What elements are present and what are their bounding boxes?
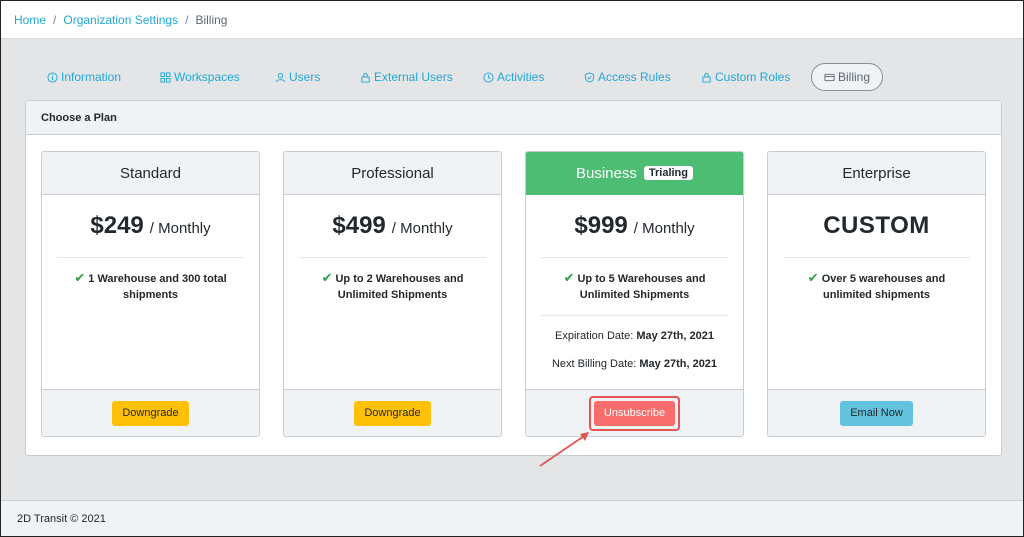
plan-period: / Monthly: [391, 219, 453, 237]
plan-price: $249: [90, 212, 144, 239]
tab-label: Users: [289, 70, 321, 84]
breadcrumb-separator: /: [53, 12, 57, 27]
page-footer: 2D Transit © 2021: [1, 500, 1023, 536]
callout-highlight: Unsubscribe: [588, 395, 681, 431]
breadcrumb: Home / Organization Settings / Billing: [1, 1, 1023, 39]
expiration-date: Expiration Date: May 27th, 2021: [541, 328, 728, 356]
tab-label: Billing: [838, 70, 871, 84]
plan-header: Business Trialing: [526, 152, 743, 195]
plan-price-row: CUSTOM: [783, 195, 970, 258]
shield-icon: [584, 71, 595, 83]
tab-label: Workspaces: [174, 70, 240, 84]
tab-information[interactable]: Information: [47, 63, 121, 91]
subscription-details: Expiration Date: May 27th, 2021 Next Bil…: [541, 315, 728, 384]
footer-copyright: 2D Transit © 2021: [17, 513, 106, 525]
plan-feature-text: Over 5 warehouses and unlimited shipment…: [821, 273, 946, 301]
lock-icon: [361, 72, 370, 83]
checkmark-icon: ✔: [321, 270, 333, 285]
breadcrumb-home[interactable]: Home: [14, 13, 46, 27]
checkmark-icon: ✔: [807, 270, 819, 285]
plan-feature-text: Up to 5 Warehouses and Unlimited Shipmen…: [577, 273, 706, 301]
checkmark-icon: ✔: [563, 270, 575, 285]
plan-price-row: $499 / Monthly: [299, 195, 486, 258]
plan-period: / Monthly: [149, 219, 211, 237]
plan-name: Professional: [284, 152, 501, 195]
plan-card-professional: Professional $499 / Monthly ✔ Up to 2 War…: [283, 151, 502, 437]
plan-footer: Email Now: [768, 389, 985, 436]
plan-price: CUSTOM: [823, 212, 930, 239]
credit-card-icon: [824, 73, 835, 81]
status-badge: Trialing: [643, 166, 693, 180]
checkmark-icon: ✔: [74, 270, 86, 285]
tab-label: Access Rules: [598, 70, 671, 84]
next-billing-value: May 27th, 2021: [639, 358, 718, 370]
plan-card-enterprise: Enterprise CUSTOM ✔ Over 5 warehouses and…: [767, 151, 986, 437]
expiration-value: May 27th, 2021: [636, 330, 714, 342]
tab-label: External Users: [374, 70, 453, 84]
plan-name: Business: [576, 164, 637, 182]
tab-activities[interactable]: Activities: [483, 63, 544, 91]
tab-access-rules[interactable]: Access Rules: [584, 63, 671, 91]
plan-price-row: $249 / Monthly: [57, 195, 244, 258]
plan-feature: ✔ 1 Warehouse and 300 total shipments: [42, 258, 259, 303]
grid-icon: [160, 71, 171, 83]
expiration-label: Expiration Date:: [555, 330, 634, 342]
plan-name: Enterprise: [768, 152, 985, 195]
tab-billing[interactable]: Billing: [811, 63, 884, 91]
lock-icon: [702, 72, 711, 83]
clock-icon: [483, 71, 494, 83]
choose-plan-card: Choose a Plan Standard $249 / Monthly ✔ 1…: [25, 100, 1002, 456]
settings-tabs: Information Workspaces Users External Us…: [31, 63, 911, 91]
tab-external-users[interactable]: External Users: [360, 63, 453, 91]
user-icon: [275, 72, 286, 82]
unsubscribe-button[interactable]: Unsubscribe: [593, 400, 676, 426]
next-billing-label: Next Billing Date:: [551, 358, 637, 370]
plan-feature: ✔ Up to 5 Warehouses and Unlimited Shipme…: [526, 258, 743, 303]
plan-period: / Monthly: [633, 219, 695, 237]
tab-label: Activities: [497, 70, 545, 84]
plan-card-business: Business Trialing $999 / Monthly ✔ Up to …: [525, 151, 744, 437]
plan-price-row: $999 / Monthly: [541, 195, 728, 258]
tab-custom-roles[interactable]: Custom Roles: [701, 63, 790, 91]
info-icon: [47, 71, 58, 83]
plan-footer: Downgrade: [42, 389, 259, 436]
plan-feature: ✔ Up to 2 Warehouses and Unlimited Shipme…: [284, 258, 501, 303]
plan-price: $999: [574, 212, 628, 239]
plan-feature: ✔ Over 5 warehouses and unlimited shipmen…: [768, 258, 985, 303]
plan-price: $499: [332, 212, 386, 239]
plan-name: Standard: [42, 152, 259, 195]
breadcrumb-organization-settings[interactable]: Organization Settings: [63, 13, 178, 27]
tab-label: Information: [61, 70, 122, 84]
breadcrumb-separator: /: [185, 12, 189, 27]
downgrade-button[interactable]: Downgrade: [354, 400, 431, 426]
card-title: Choose a Plan: [26, 101, 1001, 135]
breadcrumb-current: Billing: [195, 12, 228, 27]
tab-users[interactable]: Users: [275, 63, 320, 91]
plan-card-standard: Standard $249 / Monthly ✔ 1 Warehouse and…: [41, 151, 260, 437]
plan-footer: Downgrade: [284, 389, 501, 436]
tab-label: Custom Roles: [715, 70, 791, 84]
plan-feature-text: 1 Warehouse and 300 total shipments: [88, 273, 227, 301]
next-billing-date: Next Billing Date: May 27th, 2021: [541, 356, 728, 384]
plan-feature-text: Up to 2 Warehouses and Unlimited Shipmen…: [335, 273, 464, 301]
tab-workspaces[interactable]: Workspaces: [160, 63, 240, 91]
email-now-button[interactable]: Email Now: [840, 400, 913, 426]
downgrade-button[interactable]: Downgrade: [112, 400, 189, 426]
app-frame: Home / Organization Settings / Billing I…: [0, 0, 1024, 537]
callout-arrow-icon: [539, 432, 589, 467]
